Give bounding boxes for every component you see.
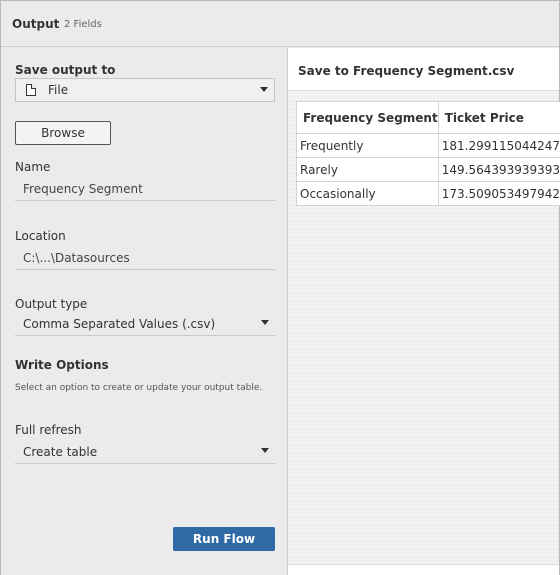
file-icon: [26, 84, 36, 96]
location-field[interactable]: C:\...\Datasources: [15, 246, 275, 270]
table-cell: Frequently: [296, 133, 439, 158]
location-label: Location: [15, 229, 66, 243]
table-cell: Rarely: [296, 157, 439, 182]
table-row: Occasionally 173.5090534979424: [296, 181, 560, 206]
output-type-label: Output type: [15, 297, 88, 311]
table-cell: 149.56439393939394: [437, 157, 560, 182]
run-flow-button[interactable]: Run Flow: [173, 527, 275, 551]
column-header[interactable]: Ticket Price: [437, 101, 560, 134]
preview-pane: Save to Frequency Segment.csv Frequency …: [288, 48, 560, 575]
preview-title: Save to Frequency Segment.csv: [298, 64, 515, 78]
refresh-label: Full refresh: [15, 423, 82, 437]
output-type-value: Comma Separated Values (.csv): [23, 316, 216, 331]
save-output-label: Save output to: [15, 63, 116, 77]
table-header-row: Frequency Segment Ticket Price: [296, 101, 560, 134]
field-count: 2 Fields: [64, 19, 102, 30]
output-panel: Output 2 Fields Save output to File Brow…: [0, 0, 560, 575]
output-type-select[interactable]: Comma Separated Values (.csv): [15, 312, 275, 336]
write-options-hint: Select an option to create or update you…: [15, 383, 263, 393]
save-output-select[interactable]: File: [15, 78, 275, 102]
save-output-value: File: [48, 83, 69, 97]
settings-pane: Save output to File Browse Name Frequenc…: [1, 48, 287, 575]
panel-header: Output 2 Fields: [1, 1, 559, 47]
table-cell: 181.2991150442478: [437, 133, 560, 158]
name-field[interactable]: Frequency Segment: [15, 177, 275, 201]
browse-button[interactable]: Browse: [15, 121, 111, 145]
panel-title: Output: [12, 17, 60, 31]
table-cell: 173.5090534979424: [437, 181, 560, 206]
table-row: Rarely 149.56439393939394: [296, 157, 560, 182]
chevron-down-icon: [260, 87, 268, 92]
refresh-value: Create table: [23, 444, 98, 459]
refresh-select[interactable]: Create table: [15, 440, 275, 464]
table-cell: Occasionally: [296, 181, 439, 206]
table-row: Frequently 181.2991150442478: [296, 133, 560, 158]
column-header[interactable]: Frequency Segment: [296, 101, 439, 134]
chevron-down-icon: [261, 448, 269, 453]
preview-table: Frequency Segment Ticket Price Frequentl…: [296, 101, 560, 206]
preview-footer: [288, 564, 559, 575]
chevron-down-icon: [261, 320, 269, 325]
write-options-label: Write Options: [15, 358, 109, 372]
name-label: Name: [15, 160, 51, 174]
